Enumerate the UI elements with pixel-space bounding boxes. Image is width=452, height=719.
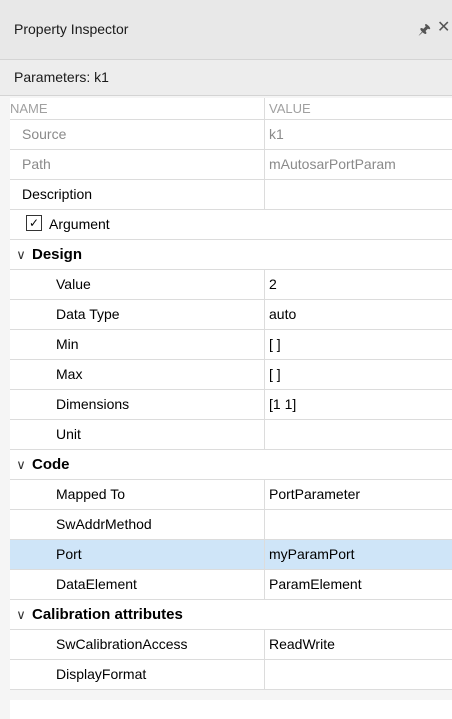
property-row-displayformat[interactable]: DisplayFormat [10, 660, 452, 690]
name-column-header[interactable]: NAME [10, 98, 48, 119]
panel-title-bar: Property Inspector 🖈 ✕ [0, 0, 452, 60]
property-name: Data Type [56, 306, 120, 322]
group-design[interactable]: ∨ Design [10, 240, 452, 270]
property-name: Max [56, 366, 83, 382]
property-row-dimensions[interactable]: Dimensions [1 1] [10, 390, 452, 420]
argument-label: Argument [49, 216, 110, 232]
chevron-down-icon[interactable]: ∨ [10, 450, 32, 479]
group-label: Code [32, 456, 70, 473]
property-name: Source [22, 126, 67, 142]
panel-title: Property Inspector [14, 21, 129, 37]
property-name: Value [56, 276, 91, 292]
property-name: Mapped To [56, 486, 126, 502]
group-design-header[interactable]: ∨ Design [10, 240, 82, 269]
mapped-to-field[interactable]: PortParameter [264, 480, 452, 509]
argument-option[interactable]: ✓ Argument [26, 210, 110, 239]
port-field[interactable]: myParamPort [264, 540, 452, 569]
property-row-path[interactable]: Path mAutosarPortParam [10, 150, 452, 180]
pin-icon[interactable]: 🖈 [418, 19, 431, 43]
chevron-down-icon[interactable]: ∨ [10, 240, 32, 269]
swaddrmethod-field[interactable] [264, 510, 452, 539]
chevron-down-icon[interactable]: ∨ [10, 600, 32, 629]
dimensions-field[interactable]: [1 1] [264, 390, 452, 419]
max-field[interactable]: [ ] [264, 360, 452, 389]
property-row-mapped-to[interactable]: Mapped To PortParameter [10, 480, 452, 510]
property-name: Dimensions [56, 396, 130, 412]
property-row-swaddrmethod[interactable]: SwAddrMethod [10, 510, 452, 540]
grid-empty-area [10, 700, 452, 719]
argument-checkbox[interactable]: ✓ [26, 215, 42, 232]
property-name: SwAddrMethod [56, 516, 152, 532]
displayformat-field[interactable] [264, 660, 452, 689]
property-row-source[interactable]: Source k1 [10, 120, 452, 150]
group-code[interactable]: ∨ Code [10, 450, 452, 480]
group-label: Calibration attributes [32, 606, 183, 623]
context-header: Parameters: k1 [0, 60, 452, 96]
value-column-header[interactable]: VALUE [264, 98, 452, 119]
dataelement-field[interactable]: ParamElement [264, 570, 452, 599]
property-grid: NAME VALUE Source k1 Path mAutosarPortPa… [10, 98, 452, 690]
property-name: Path [22, 156, 51, 172]
property-row-argument[interactable]: ✓ Argument [10, 210, 452, 240]
group-calibration-header[interactable]: ∨ Calibration attributes [10, 600, 183, 629]
property-name: SwCalibrationAccess [56, 636, 188, 652]
property-inspector-panel: Property Inspector 🖈 ✕ Parameters: k1 NA… [0, 0, 452, 719]
unit-field[interactable] [264, 420, 452, 449]
value-field[interactable]: 2 [264, 270, 452, 299]
property-row-value[interactable]: Value 2 [10, 270, 452, 300]
property-row-max[interactable]: Max [ ] [10, 360, 452, 390]
property-row-data-type[interactable]: Data Type auto [10, 300, 452, 330]
property-row-swcalibrationaccess[interactable]: SwCalibrationAccess ReadWrite [10, 630, 452, 660]
description-field[interactable] [264, 180, 452, 209]
property-row-unit[interactable]: Unit [10, 420, 452, 450]
property-value: mAutosarPortParam [264, 150, 452, 179]
data-type-field[interactable]: auto [264, 300, 452, 329]
property-value: k1 [264, 120, 452, 149]
column-header-row: NAME VALUE [10, 98, 452, 120]
property-name: DisplayFormat [56, 666, 147, 682]
property-name: DataElement [56, 576, 137, 592]
swcalibrationaccess-field[interactable]: ReadWrite [264, 630, 452, 659]
property-row-min[interactable]: Min [ ] [10, 330, 452, 360]
property-name: Description [22, 186, 93, 202]
property-row-port[interactable]: Port myParamPort [10, 540, 452, 570]
group-calibration-attributes[interactable]: ∨ Calibration attributes [10, 600, 452, 630]
property-row-dataelement[interactable]: DataElement ParamElement [10, 570, 452, 600]
min-field[interactable]: [ ] [264, 330, 452, 359]
group-label: Design [32, 246, 83, 263]
property-name: Port [56, 546, 82, 562]
property-name: Unit [56, 426, 81, 442]
context-label: Parameters: k1 [14, 69, 109, 85]
group-code-header[interactable]: ∨ Code [10, 450, 70, 479]
close-icon[interactable]: ✕ [437, 17, 450, 37]
property-name: Min [56, 336, 79, 352]
property-row-description[interactable]: Description [10, 180, 452, 210]
